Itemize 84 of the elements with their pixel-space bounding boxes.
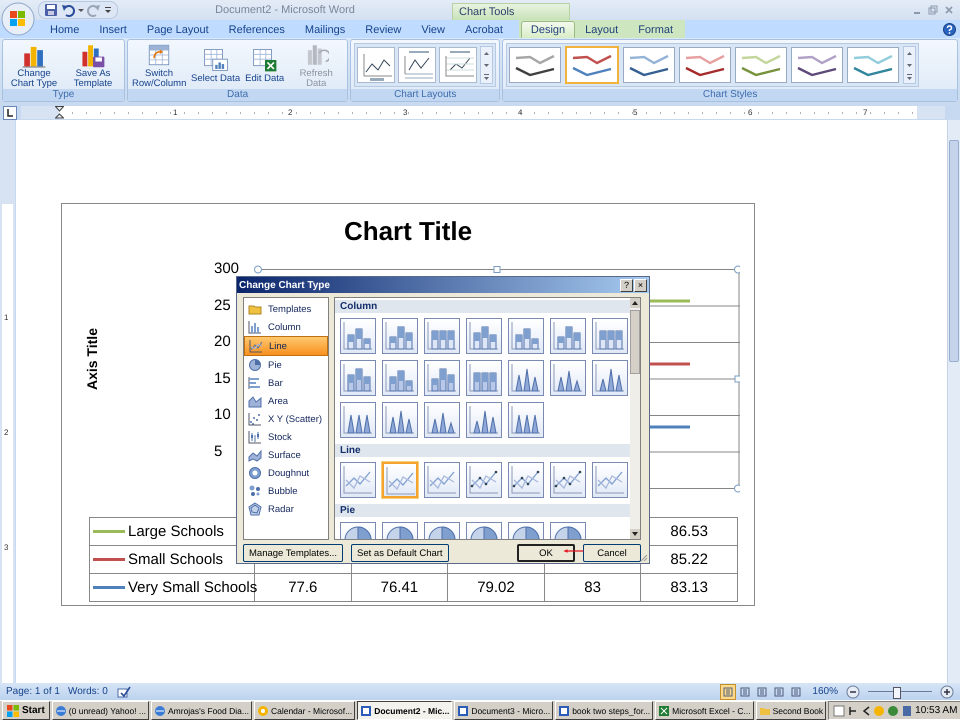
series-name: Very Small Schools <box>128 579 258 596</box>
chart-type-item[interactable]: Radar <box>244 500 328 518</box>
table-cell: 83.13 <box>670 579 708 596</box>
taskbar-button[interactable]: Microsoft Excel - C... <box>655 701 754 720</box>
axis-label: 25 <box>214 296 232 316</box>
ribbon-tab[interactable]: Page Layout <box>136 21 219 38</box>
chart-type-item[interactable]: Column <box>244 318 328 336</box>
dialog-button[interactable]: Manage Templates... <box>243 544 344 562</box>
ribbon-tab[interactable]: Mailings <box>294 21 356 38</box>
word-count: Words: 0 <box>68 686 108 697</box>
table-cell: 85.22 <box>670 551 708 568</box>
chart-type-item[interactable]: X Y (Scatter) <box>244 410 328 428</box>
ruler-number: 2 <box>4 428 8 437</box>
axis-label: 15 <box>214 368 232 388</box>
ribbon-tab[interactable]: View <box>411 21 455 38</box>
ribbon-tab[interactable]: References <box>218 21 295 38</box>
ribbon-tab[interactable]: Acrobat <box>455 21 513 38</box>
zoom-level[interactable]: 160% <box>812 686 838 697</box>
ribbon-tab[interactable]: Layout <box>575 21 628 38</box>
chart-type-item[interactable]: Doughnut <box>244 464 328 482</box>
section-heading: Column <box>335 300 630 313</box>
chart-type-item[interactable]: Surface <box>244 446 328 464</box>
taskbar-button[interactable]: Amrojas's Food Dia... <box>150 701 252 720</box>
ribbon-tab[interactable]: Design <box>520 21 576 38</box>
start-button[interactable]: Start <box>2 701 50 720</box>
title-bar-button[interactable]: ? <box>620 278 633 292</box>
table-cell: 83 <box>584 579 601 596</box>
ribbon-button[interactable]: Change Chart Type <box>6 42 62 88</box>
taskbar-button[interactable]: Calendar - Microsof... <box>254 701 356 720</box>
ribbon-button[interactable]: Switch Row/Column <box>131 42 187 88</box>
axis-label: 5 <box>214 442 224 462</box>
series-name: Large Schools <box>128 523 224 540</box>
group-label: Type <box>3 89 124 101</box>
taskbar-button[interactable]: Document3 - Micro... <box>454 701 554 720</box>
axis-title: Axis Title <box>84 328 100 390</box>
chart-type-item[interactable]: Bubble <box>244 482 328 500</box>
ruler-number: 3 <box>403 107 408 119</box>
ribbon-button[interactable]: Select Data <box>190 46 242 84</box>
table-cell: 76.41 <box>380 579 418 596</box>
ruler-number: 7 <box>863 107 868 119</box>
ribbon-tab[interactable]: Review <box>355 21 412 38</box>
ribbon-button[interactable]: Edit Data <box>244 46 286 84</box>
dialog-button[interactable]: Cancel <box>583 544 641 562</box>
taskbar-button[interactable]: Second Book <box>756 701 826 720</box>
table-cell: 79.02 <box>477 579 515 596</box>
ruler-number: 6 <box>748 107 752 119</box>
ribbon-tab[interactable]: Insert <box>89 21 137 38</box>
page-count: Page: 1 of 1 <box>6 686 60 697</box>
chart-type-item[interactable]: Pie <box>244 356 328 374</box>
window-title: Document2 - Microsoft Word <box>214 4 356 16</box>
chart-type-item[interactable]: Area <box>244 392 328 410</box>
section-heading: Line <box>335 444 630 457</box>
axis-label: 10 <box>214 405 232 425</box>
ruler-number: 1 <box>4 313 8 322</box>
taskbar-button[interactable]: Document2 - Mic... <box>357 701 452 720</box>
axis-label: 20 <box>214 332 232 352</box>
chart-title: Chart Title <box>342 215 474 247</box>
ribbon-button[interactable]: Save As Template <box>65 42 121 88</box>
dialog-button[interactable]: Set as Default Chart <box>351 544 449 562</box>
table-cell: 86.53 <box>670 523 708 540</box>
ruler-number: 4 <box>518 107 522 119</box>
chart-type-item[interactable]: Templates <box>244 300 328 318</box>
contextual-tab-title: Chart Tools <box>452 3 570 20</box>
clock: 10:53 AM <box>915 705 958 716</box>
group-label: Chart Layouts <box>351 89 500 101</box>
chart-type-item[interactable]: Line <box>244 336 328 356</box>
ruler-number: 5 <box>633 107 638 119</box>
ruler-number: 2 <box>288 107 292 119</box>
chart-type-item[interactable]: Bar <box>244 374 328 392</box>
ribbon-tab[interactable]: Format <box>628 21 684 38</box>
group-label: Data <box>128 89 348 101</box>
ribbon-tab[interactable]: Home <box>40 21 90 38</box>
taskbar-button[interactable]: book two steps_for... <box>555 701 654 720</box>
group-label: Chart Styles <box>503 89 957 101</box>
ruler-number: 3 <box>4 543 8 552</box>
title-bar-button[interactable]: × <box>634 278 647 292</box>
chart-type-item[interactable]: Stock <box>244 428 328 446</box>
section-heading: Pie <box>335 504 630 517</box>
dialog-button[interactable]: OK <box>517 544 575 562</box>
table-cell: 77.6 <box>288 579 318 596</box>
ruler-number: 1 <box>173 107 178 119</box>
taskbar-button[interactable]: (0 unread) Yahoo! ... <box>52 701 149 720</box>
dialog-title: Change Chart Type <box>239 280 330 290</box>
series-name: Small Schools <box>128 551 224 568</box>
